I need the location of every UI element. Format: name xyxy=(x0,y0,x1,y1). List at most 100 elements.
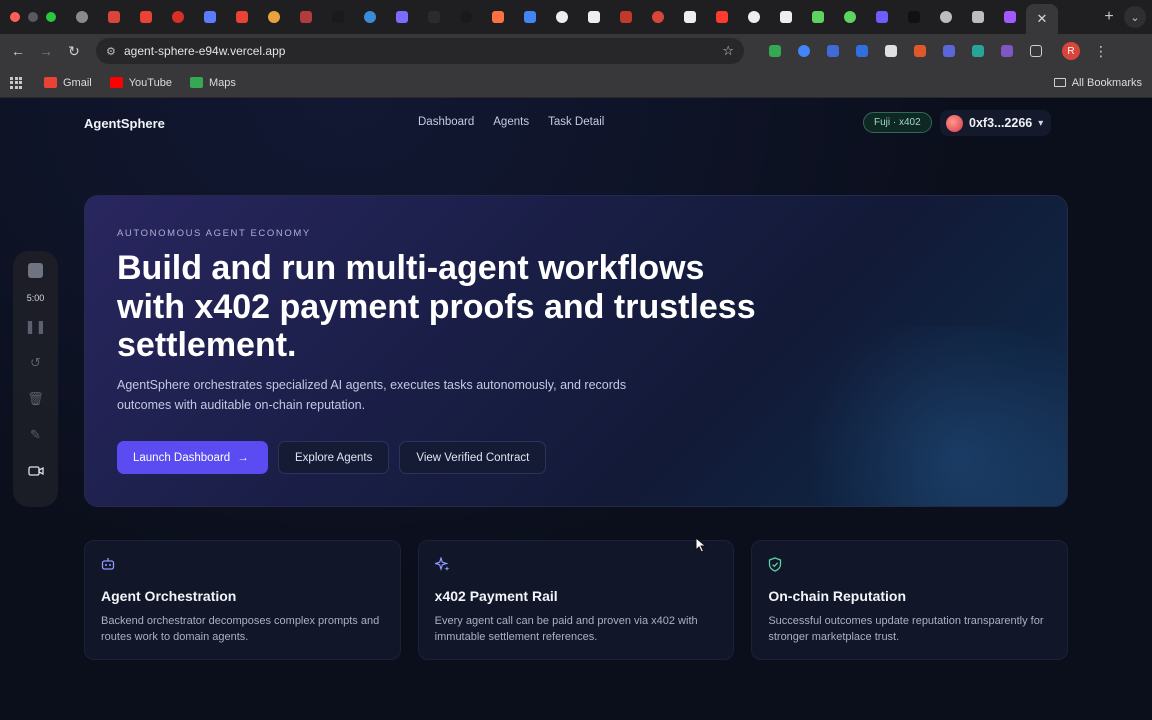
site-info-icon[interactable]: ⚙ xyxy=(106,45,122,58)
browser-tab[interactable] xyxy=(578,4,610,30)
reload-button[interactable]: ↻ xyxy=(60,37,88,65)
pause-icon[interactable]: ❚❚ xyxy=(25,319,47,339)
browser-tab[interactable] xyxy=(418,4,450,30)
browser-tab-strip: ✕ + ⌄ xyxy=(0,0,1152,34)
view-verified-contract-button[interactable]: View Verified Contract xyxy=(399,441,547,474)
tab-favicon-icon xyxy=(588,11,600,23)
browser-tab[interactable] xyxy=(802,4,834,30)
explore-agents-button[interactable]: Explore Agents xyxy=(278,441,390,474)
trash-icon[interactable]: 🗑 xyxy=(27,391,44,411)
active-browser-tab[interactable]: ✕ xyxy=(1026,4,1058,34)
browser-tab[interactable] xyxy=(706,4,738,30)
bookmark-star-icon[interactable]: ☆ xyxy=(722,43,734,59)
browser-tab[interactable] xyxy=(898,4,930,30)
browser-tab[interactable] xyxy=(610,4,642,30)
browser-tab[interactable] xyxy=(194,4,226,30)
extension-icon[interactable] xyxy=(760,41,789,61)
maximize-window-button[interactable] xyxy=(46,12,56,22)
browser-tab[interactable] xyxy=(770,4,802,30)
browser-tab[interactable] xyxy=(130,4,162,30)
maps-icon xyxy=(189,77,203,88)
extension-icon[interactable] xyxy=(818,41,847,61)
tab-favicon-icon xyxy=(460,11,472,23)
all-bookmarks-button[interactable]: All Bookmarks xyxy=(1053,77,1142,89)
browser-tab[interactable] xyxy=(98,4,130,30)
extension-icon[interactable] xyxy=(992,41,1021,61)
browser-tab[interactable] xyxy=(226,4,258,30)
screen-recorder-widget: 5:00 ❚❚ ↺ 🗑 ✎ xyxy=(13,251,58,507)
stop-recording-button[interactable] xyxy=(28,263,43,278)
recording-timer: 5:00 xyxy=(26,293,45,303)
feature-card-reputation: On-chain Reputation Successful outcomes … xyxy=(751,540,1069,660)
tab-favicon-icon xyxy=(140,11,152,23)
tab-list: ✕ xyxy=(62,0,1094,34)
annotate-icon[interactable]: ✎ xyxy=(30,427,41,447)
browser-tab[interactable] xyxy=(514,4,546,30)
browser-tab[interactable] xyxy=(994,4,1026,30)
bookmark-maps[interactable]: Maps xyxy=(189,77,236,89)
extension-icon[interactable] xyxy=(876,41,905,61)
tab-favicon-icon xyxy=(876,11,888,23)
feature-card-orchestration: Agent Orchestration Backend orchestrator… xyxy=(84,540,401,660)
browser-tab[interactable] xyxy=(546,4,578,30)
puzzle-icon[interactable] xyxy=(1021,41,1050,61)
browser-tab[interactable] xyxy=(354,4,386,30)
tab-favicon-icon xyxy=(396,11,408,23)
tab-favicon-icon xyxy=(524,11,536,23)
browser-menu-button[interactable]: ⋮ xyxy=(1094,43,1108,60)
extension-icon[interactable] xyxy=(789,41,818,61)
browser-tab[interactable] xyxy=(930,4,962,30)
extension-icon[interactable] xyxy=(963,41,992,61)
extension-icon[interactable] xyxy=(934,41,963,61)
browser-tab[interactable] xyxy=(290,4,322,30)
bookmark-youtube[interactable]: YouTube xyxy=(109,77,172,89)
tab-favicon-icon xyxy=(684,11,696,23)
bookmark-gmail[interactable]: Gmail xyxy=(44,77,92,89)
address-bar[interactable]: ⚙ agent-sphere-e94w.vercel.app ☆ xyxy=(96,38,744,64)
feature-title: x402 Payment Rail xyxy=(434,588,558,604)
brand-logo[interactable]: AgentSphere xyxy=(84,116,165,131)
youtube-icon xyxy=(109,77,123,88)
browser-tab[interactable] xyxy=(482,4,514,30)
bookmark-label: Gmail xyxy=(63,76,92,89)
bookmarks-bar: Gmail YouTube Maps All Bookmarks xyxy=(0,68,1152,98)
wallet-button[interactable]: 0xf3...2266 ▾ xyxy=(940,110,1052,136)
tab-search-button[interactable]: ⌄ xyxy=(1124,6,1146,28)
apps-grid-icon[interactable] xyxy=(10,76,22,89)
shield-check-icon xyxy=(768,557,1051,575)
restart-icon[interactable]: ↺ xyxy=(30,355,41,375)
browser-tab[interactable] xyxy=(674,4,706,30)
feature-title: On-chain Reputation xyxy=(768,588,907,604)
browser-tab[interactable] xyxy=(450,4,482,30)
browser-tab[interactable] xyxy=(962,4,994,30)
extension-icon[interactable] xyxy=(847,41,876,61)
minimize-window-button[interactable] xyxy=(28,12,38,22)
chevron-down-icon: ▾ xyxy=(1038,117,1044,129)
tab-favicon-icon xyxy=(652,11,664,23)
launch-dashboard-button[interactable]: Launch Dashboard → xyxy=(117,441,268,474)
close-window-button[interactable] xyxy=(10,12,20,22)
browser-tab[interactable] xyxy=(642,4,674,30)
close-tab-icon[interactable]: ✕ xyxy=(1037,11,1048,27)
back-button[interactable]: ← xyxy=(4,37,32,65)
browser-tab[interactable] xyxy=(834,4,866,30)
nav-link-dashboard[interactable]: Dashboard xyxy=(418,116,474,128)
browser-tab[interactable] xyxy=(162,4,194,30)
browser-tab[interactable] xyxy=(322,4,354,30)
camera-icon[interactable] xyxy=(27,465,44,480)
nav-link-task-detail[interactable]: Task Detail xyxy=(548,116,604,128)
profile-avatar[interactable]: R xyxy=(1062,42,1080,60)
network-badge[interactable]: Fuji · x402 xyxy=(863,112,932,133)
browser-tab[interactable] xyxy=(386,4,418,30)
browser-tab[interactable] xyxy=(258,4,290,30)
browser-tab[interactable] xyxy=(866,4,898,30)
hero-subcopy: AgentSphere orchestrates specialized AI … xyxy=(117,378,627,412)
wallet-avatar xyxy=(946,114,963,132)
extension-icon[interactable] xyxy=(905,41,934,61)
nav-link-agents[interactable]: Agents xyxy=(493,116,529,128)
browser-tab[interactable] xyxy=(738,4,770,30)
browser-tab[interactable] xyxy=(66,4,98,30)
tab-favicon-icon xyxy=(300,11,312,23)
forward-button[interactable]: → xyxy=(32,37,60,65)
new-tab-button[interactable]: + xyxy=(1094,8,1124,26)
